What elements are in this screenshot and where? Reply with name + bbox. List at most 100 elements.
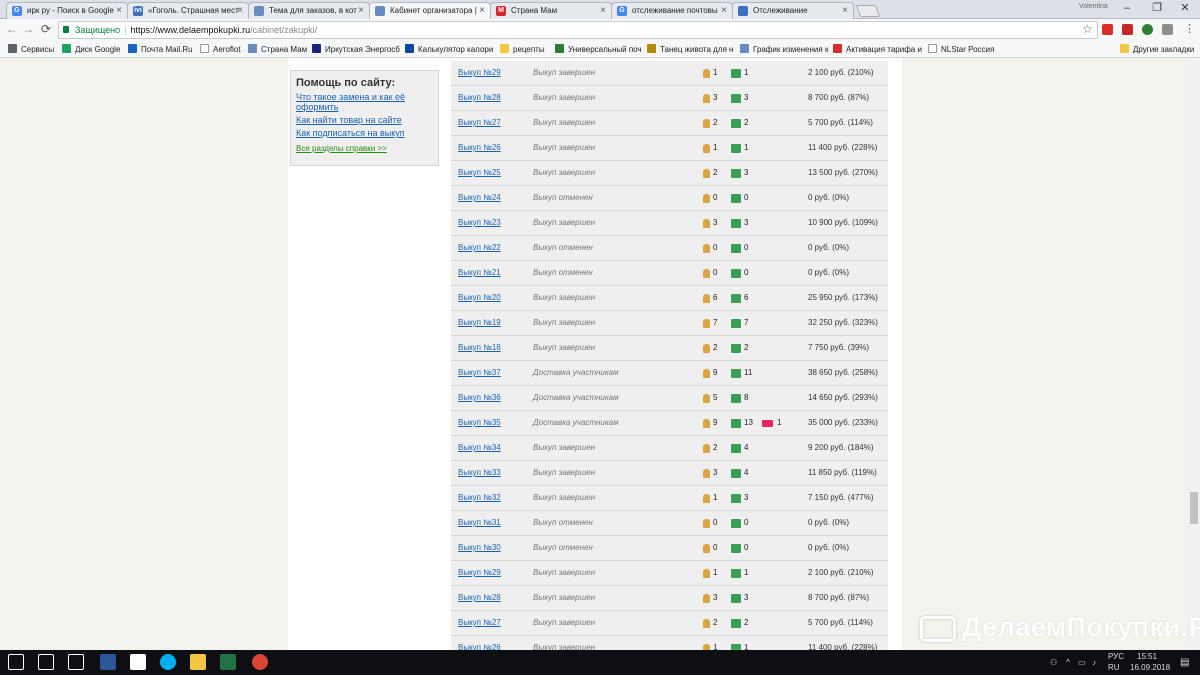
bookmark-item[interactable]: Почта Mail.Ru — [128, 44, 193, 54]
clock-date[interactable]: 16.09.2018 — [1130, 663, 1170, 672]
word-icon[interactable] — [100, 654, 116, 670]
people-icon[interactable]: ⚇ — [1050, 658, 1057, 667]
gift-icon — [731, 419, 741, 428]
purchase-link[interactable]: Выкуп №28 — [458, 593, 501, 602]
network-icon[interactable]: ▭ — [1078, 658, 1086, 667]
input-language-bottom[interactable]: RU — [1108, 663, 1120, 672]
purchase-link[interactable]: Выкуп №20 — [458, 293, 501, 302]
purchase-link[interactable]: Выкуп №21 — [458, 268, 501, 277]
minimize-icon[interactable]: – — [1114, 0, 1140, 17]
reload-icon[interactable]: ⟳ — [38, 22, 54, 36]
purchase-link[interactable]: Выкуп №29 — [458, 68, 501, 77]
mail-icon[interactable] — [130, 654, 146, 670]
purchase-link[interactable]: Выкуп №25 — [458, 168, 501, 177]
purchase-link[interactable]: Выкуп №22 — [458, 243, 501, 252]
purchase-link[interactable]: Выкуп №29 — [458, 568, 501, 577]
purchase-link[interactable]: Выкуп №19 — [458, 318, 501, 327]
purchase-link[interactable]: Выкуп №33 — [458, 468, 501, 477]
maximize-icon[interactable]: ❐ — [1144, 0, 1170, 17]
bookmark-item[interactable]: NLStar Россия — [928, 44, 994, 54]
url-path: /cabinet/zakupki/ — [250, 25, 318, 35]
skype-icon[interactable] — [160, 654, 176, 670]
bookmark-item[interactable]: Калькулятор калори — [405, 44, 493, 54]
new-tab-button[interactable] — [855, 5, 881, 17]
bookmark-item[interactable]: Иркутская Энергосб — [312, 44, 400, 54]
chrome-icon[interactable] — [252, 654, 268, 670]
address-bar[interactable]: Защищено | https://www.delaempokupki.ru/ca… — [58, 21, 1098, 39]
bookmark-label: Калькулятор калори — [418, 45, 494, 54]
close-tab-icon[interactable]: × — [721, 3, 727, 18]
forward-icon[interactable]: → — [20, 22, 36, 36]
message-icon[interactable] — [762, 420, 773, 427]
profile-name[interactable]: Volentina — [1079, 3, 1108, 10]
tray-arrow-icon[interactable]: ^ — [1066, 658, 1070, 667]
close-window-icon[interactable]: ✕ — [1172, 0, 1198, 17]
purchase-link[interactable]: Выкуп №32 — [458, 493, 501, 502]
purchase-link[interactable]: Выкуп №26 — [458, 643, 501, 650]
extension-green-icon[interactable] — [1142, 24, 1153, 35]
browser-tab[interactable]: Gотслеживание почтовы × — [611, 2, 733, 19]
purchase-link[interactable]: Выкуп №27 — [458, 618, 501, 627]
help-link-subscribe[interactable]: Как подписаться на выкуп — [296, 128, 426, 138]
bookmark-item[interactable]: рецепты — [500, 44, 545, 54]
close-tab-icon[interactable]: × — [358, 3, 364, 18]
input-language-top[interactable]: РУС — [1108, 652, 1124, 661]
extension-icon[interactable] — [1122, 24, 1133, 35]
search-icon[interactable] — [38, 654, 54, 670]
browser-tab[interactable]: M Страна Мам × — [490, 2, 612, 19]
task-view-icon[interactable] — [68, 654, 84, 670]
purchase-link[interactable]: Выкуп №18 — [458, 343, 501, 352]
browser-tab[interactable]: Gирк ру - Поиск в Google × — [6, 2, 128, 19]
bookmark-star-icon[interactable]: ☆ — [1082, 22, 1093, 36]
notifications-icon[interactable]: ▤ — [1180, 657, 1189, 668]
help-all-sections-link[interactable]: Все разделы справки >> — [296, 144, 426, 154]
bookmark-favicon-icon — [200, 44, 209, 53]
bookmark-item[interactable]: Другие закладки — [1120, 44, 1194, 54]
page-viewport: Помощь по сайту: Что такое замена и как … — [0, 58, 1200, 650]
tab-title: отслеживание почтовы — [632, 6, 718, 15]
close-tab-icon[interactable]: × — [600, 3, 606, 18]
file-explorer-icon[interactable] — [190, 654, 206, 670]
page-scrollbar[interactable] — [1187, 58, 1200, 650]
bookmark-item[interactable]: Aeroflot — [200, 44, 241, 54]
orders-count: 2 — [744, 618, 749, 627]
purchase-link[interactable]: Выкуп №34 — [458, 443, 501, 452]
bookmark-item[interactable]: Диск Google — [62, 44, 120, 54]
back-icon[interactable]: ← — [4, 22, 20, 36]
bookmark-item[interactable]: График изменения к — [740, 44, 828, 54]
browser-tab[interactable]: ivi «Гоголь. Страшная мест × — [127, 2, 249, 19]
extension-gray-icon[interactable] — [1162, 24, 1173, 35]
purchase-link[interactable]: Выкуп №28 — [458, 93, 501, 102]
adblock-extension-icon[interactable] — [1102, 24, 1113, 35]
browser-tab[interactable]: Кабинет организатора | × — [369, 2, 491, 20]
windows-start-icon[interactable] — [8, 654, 24, 670]
bookmark-item[interactable]: Страна Мам — [248, 44, 307, 54]
purchase-link[interactable]: Выкуп №35 — [458, 418, 501, 427]
purchase-link[interactable]: Выкуп №30 — [458, 543, 501, 552]
purchase-link[interactable]: Выкуп №31 — [458, 518, 501, 527]
bookmark-item[interactable]: Универсальный поч — [555, 44, 642, 54]
volume-icon[interactable]: ♪ — [1092, 658, 1096, 667]
browser-menu-icon[interactable]: ⋮ — [1184, 22, 1195, 35]
close-tab-icon[interactable]: × — [842, 3, 848, 18]
bookmark-item[interactable]: Сервисы — [8, 44, 54, 54]
browser-tab[interactable]: Отслеживание × — [732, 2, 854, 19]
purchase-link[interactable]: Выкуп №23 — [458, 218, 501, 227]
purchase-link[interactable]: Выкуп №26 — [458, 143, 501, 152]
purchase-link[interactable]: Выкуп №24 — [458, 193, 501, 202]
purchase-link[interactable]: Выкуп №37 — [458, 368, 501, 377]
clock-time[interactable]: 15:51 — [1137, 652, 1157, 661]
close-tab-icon[interactable]: × — [479, 3, 485, 18]
help-link-replacement[interactable]: Что такое замена и как её оформить — [296, 92, 426, 112]
bookmark-item[interactable]: Танец живота для н — [647, 44, 733, 54]
participants-count: 0 — [713, 543, 718, 552]
purchase-link[interactable]: Выкуп №36 — [458, 393, 501, 402]
help-link-find-product[interactable]: Как найти товар на сайте — [296, 115, 426, 125]
bookmark-item[interactable]: Активация тарифа и — [833, 44, 922, 54]
scrollbar-thumb[interactable] — [1190, 492, 1198, 524]
close-tab-icon[interactable]: × — [237, 3, 243, 18]
close-tab-icon[interactable]: × — [116, 3, 122, 18]
browser-tab[interactable]: Тема для заказов, в кот × — [248, 2, 370, 19]
purchase-link[interactable]: Выкуп №27 — [458, 118, 501, 127]
excel-icon[interactable] — [220, 654, 236, 670]
